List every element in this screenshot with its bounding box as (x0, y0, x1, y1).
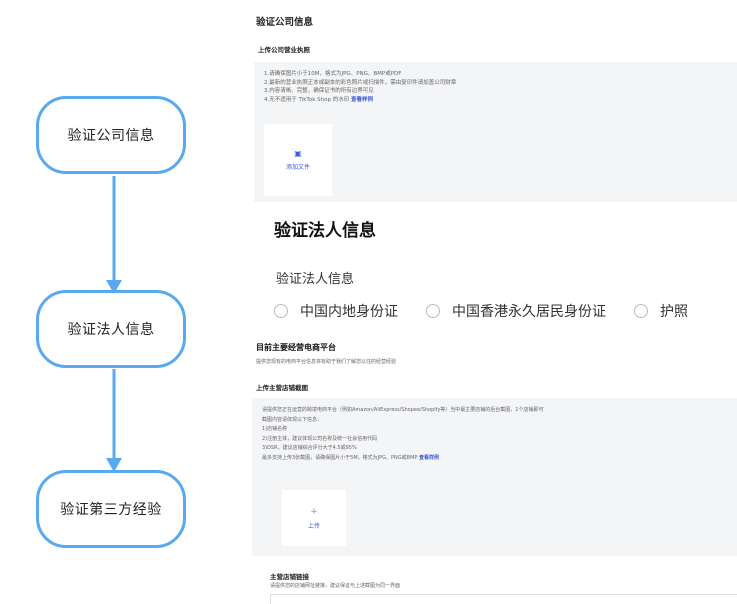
note-line: 3)DSR，建议店铺综合评分大于4.5或95% (262, 445, 357, 451)
store-screenshot-panel: 请提供您正在运营的跨境电商平台（例如Amazon/AliExpress/Shop… (252, 398, 737, 556)
radio-circle[interactable] (426, 304, 440, 318)
note-line: 截图内容请体现以下信息： (262, 416, 323, 423)
section-desc-ecommerce: 提供您现有的电商平台信息将有助于我们了解您以往的经营经验 (256, 359, 397, 365)
section-subtitle-license: 上传公司营业执照 (258, 46, 310, 54)
section-subtitle-legal-person: 验证法人信息 (276, 272, 355, 287)
note-line: 1)店铺名称 (262, 426, 288, 432)
add-file-label: 添加文件 (285, 164, 310, 171)
note-line: 最多支持上传3张截图，请确保图片小于5M，格式为JPG、PNG或BMP (262, 454, 418, 461)
radio-label: 护照 (660, 304, 688, 320)
view-sample-link[interactable]: 查看样例 (419, 455, 439, 461)
note-line: 1.请确保图片小于10M，格式为JPG、PNG、BMP或PDF (264, 71, 402, 77)
radio-mainland-id[interactable]: 中国内地身份证 (274, 301, 398, 321)
section-title-legal-person: 验证法人信息 (274, 221, 376, 241)
view-sample-link[interactable]: 查看样例 (351, 97, 373, 103)
radio-hk-id[interactable]: 中国香港永久居民身份证 (426, 301, 606, 321)
radio-label: 中国内地身份证 (300, 304, 398, 320)
note-line: 2)注册主体，建议体现公司名称及统一社会信用代码 (262, 435, 378, 442)
add-file-button[interactable]: ▣ 添加文件 (264, 124, 332, 196)
id-type-radio-group: 中国内地身份证 中国香港永久居民身份证 护照 (274, 301, 716, 321)
flow-node-label: 验证第三方经验 (60, 502, 162, 518)
file-icon: ▣ (294, 149, 302, 158)
section-title-company: 验证公司信息 (256, 17, 314, 28)
flow-node-label: 验证法人信息 (67, 322, 155, 338)
flow-node-verify-company: 验证公司信息 (36, 96, 186, 174)
radio-label: 中国香港永久居民身份证 (452, 304, 606, 320)
section-title-ecommerce: 目前主要经营电商平台 (256, 343, 336, 352)
radio-circle[interactable] (634, 304, 648, 318)
store-link-desc: 请提供您的店铺网址链接，建议保证与上述截图为同一界面 (270, 583, 401, 589)
flow-node-verify-legal-person: 验证法人信息 (36, 290, 186, 368)
flow-node-verify-third-party: 验证第三方经验 (36, 470, 186, 548)
store-link-input[interactable] (270, 594, 737, 604)
upload-label: 上传 (307, 522, 320, 530)
flow-diagram: 验证公司信息 验证法人信息 验证第三方经验 (0, 0, 230, 604)
plus-icon: + (310, 506, 318, 517)
license-upload-panel: 1.请确保图片小于10M，格式为JPG、PNG、BMP或PDF 2.最新的营业执… (254, 62, 737, 202)
section-subtitle-store-screenshot: 上传主营店铺截图 (256, 384, 308, 392)
note-line: 3.内容清晰、完整，确保证书的所有边界可见 (264, 88, 374, 94)
radio-circle[interactable] (274, 304, 288, 318)
flow-node-label: 验证公司信息 (67, 128, 155, 144)
store-link-title: 主营店铺链接 (270, 573, 309, 581)
note-line: 2.最新的营业执照正本或副本的彩色照片或扫描件，需由复印件请加盖公司财章 (264, 79, 457, 86)
radio-passport[interactable]: 护照 (634, 301, 688, 321)
upload-screenshot-button[interactable]: + 上传 (282, 490, 346, 546)
store-notes: 请提供您正在运营的跨境电商平台（例如Amazon/AliExpress/Shop… (262, 406, 544, 463)
note-line: 请提供您正在运营的跨境电商平台（例如Amazon/AliExpress/Shop… (262, 407, 544, 413)
license-notes: 1.请确保图片小于10M，格式为JPG、PNG、BMP或PDF 2.最新的营业执… (264, 70, 456, 104)
form-screenshot: 验证公司信息 上传公司营业执照 1.请确保图片小于10M，格式为JPG、PNG、… (240, 0, 737, 604)
note-line: 4.无不适用于 TikTok Shop 的水印 (264, 96, 350, 103)
